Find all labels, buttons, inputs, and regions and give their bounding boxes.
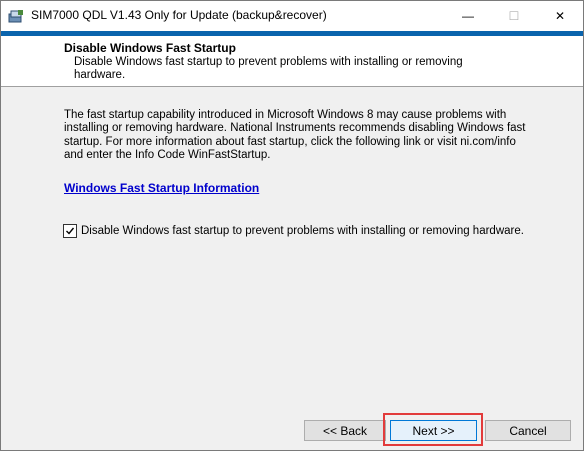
disable-fast-startup-checkbox[interactable]	[63, 224, 77, 238]
next-button[interactable]: Next >>	[390, 420, 477, 441]
description-text: The fast startup capability introduced i…	[64, 109, 526, 161]
app-icon	[8, 8, 24, 24]
page-title: Disable Windows Fast Startup	[64, 41, 236, 55]
checkmark-icon	[66, 227, 75, 235]
fast-startup-info-link[interactable]: Windows Fast Startup Information	[64, 181, 259, 195]
maximize-button[interactable]: ☐	[491, 1, 537, 31]
minimize-button[interactable]: —	[445, 1, 491, 31]
page-header: Disable Windows Fast Startup Disable Win…	[1, 36, 583, 87]
back-button[interactable]: << Back	[304, 420, 386, 441]
checkbox-label: Disable Windows fast startup to prevent …	[81, 225, 524, 237]
title-bar[interactable]: SIM7000 QDL V1.43 Only for Update (backu…	[1, 1, 583, 31]
close-icon: ✕	[554, 9, 566, 23]
disable-fast-startup-option[interactable]: Disable Windows fast startup to prevent …	[63, 224, 524, 238]
close-button[interactable]: ✕	[537, 1, 583, 31]
minimize-icon: —	[462, 9, 474, 23]
page-subtitle: Disable Windows fast startup to prevent …	[74, 56, 463, 81]
cancel-button[interactable]: Cancel	[485, 420, 571, 441]
maximize-icon: ☐	[508, 9, 520, 23]
installer-window: SIM7000 QDL V1.43 Only for Update (backu…	[0, 0, 584, 451]
window-title: SIM7000 QDL V1.43 Only for Update (backu…	[31, 8, 327, 22]
